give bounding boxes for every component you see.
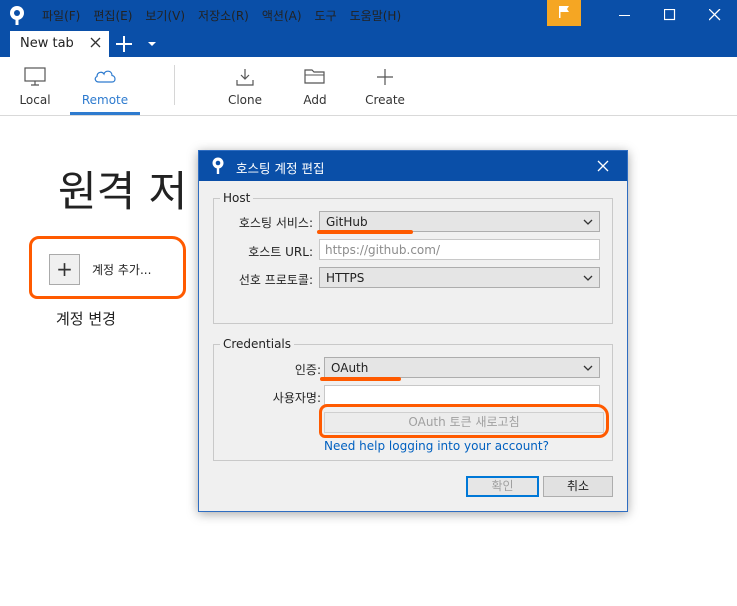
host-url-label: 호스트 URL: <box>248 245 313 259</box>
flag-icon <box>559 6 569 18</box>
tab-dropdown-icon[interactable] <box>145 36 159 50</box>
tab-close-icon[interactable] <box>90 36 102 50</box>
maximize-button[interactable] <box>647 0 691 31</box>
hosting-service-label: 호스팅 서비스: <box>238 216 313 230</box>
sourcetree-logo-icon <box>212 157 224 174</box>
active-tab-underline <box>70 112 140 115</box>
menu-tools[interactable]: 도구 <box>315 7 337 24</box>
close-window-button[interactable] <box>692 0 736 31</box>
protocol-select[interactable]: HTTPS <box>319 267 600 288</box>
hosting-service-select[interactable]: GitHub <box>319 211 600 232</box>
host-group-label: Host <box>220 191 254 205</box>
cancel-button[interactable]: 취소 <box>543 476 613 497</box>
annotation-scribble <box>319 404 609 438</box>
username-label: 사용자명: <box>272 391 321 405</box>
local-label: Local <box>19 93 51 107</box>
edit-hosting-account-dialog: 호스팅 계정 편집 Host 호스팅 서비스: GitHub 호스트 URL: … <box>198 150 628 512</box>
host-url-field[interactable]: https://github.com/ <box>319 239 600 260</box>
chevron-down-icon <box>583 219 593 225</box>
chevron-down-icon <box>583 275 593 281</box>
menu-actions[interactable]: 액션(A) <box>262 7 302 24</box>
minimize-button[interactable] <box>602 0 646 31</box>
maximize-icon <box>664 9 676 21</box>
change-account-heading: 계정 변경 <box>56 310 116 328</box>
annotation-underline <box>317 230 413 234</box>
menu-bar: 파일(F) 편집(E) 보기(V) 저장소(R) 액션(A) 도구 도움말(H) <box>42 0 414 31</box>
monitor-icon <box>24 67 46 86</box>
auth-select[interactable]: OAuth <box>324 357 600 378</box>
host-url-placeholder: https://github.com/ <box>325 243 440 257</box>
dialog-title-bar: 호스팅 계정 편집 <box>199 151 627 181</box>
help-login-link[interactable]: Need help logging into your account? <box>324 439 549 453</box>
auth-value: OAuth <box>331 361 369 375</box>
menu-repository[interactable]: 저장소(R) <box>198 7 249 24</box>
create-button[interactable]: Create <box>360 64 410 114</box>
tab-new-tab[interactable]: New tab <box>10 31 109 57</box>
add-tab-icon[interactable] <box>113 33 135 55</box>
clone-button[interactable]: Clone <box>220 64 270 114</box>
menu-edit[interactable]: 편집(E) <box>93 7 132 24</box>
page-title: 원격 저 <box>58 167 188 216</box>
hosting-service-value: GitHub <box>326 215 368 229</box>
cloud-icon <box>94 70 116 83</box>
plus-icon <box>377 69 393 85</box>
add-label: Add <box>303 93 327 107</box>
menu-file[interactable]: 파일(F) <box>42 7 80 24</box>
tab-label: New tab <box>20 36 74 51</box>
menu-help[interactable]: 도움말(H) <box>350 7 402 24</box>
ok-button[interactable]: 확인 <box>466 476 539 497</box>
sourcetree-logo-icon <box>10 6 24 25</box>
folder-icon <box>304 69 325 84</box>
local-button[interactable]: Local <box>10 64 60 114</box>
close-icon[interactable] <box>597 160 609 172</box>
clone-label: Clone <box>227 93 263 107</box>
menu-view[interactable]: 보기(V) <box>145 7 185 24</box>
protocol-label: 선호 프로토콜: <box>238 273 313 287</box>
username-field[interactable] <box>324 385 600 406</box>
toolbar-separator <box>174 65 175 105</box>
tab-strip <box>0 31 737 57</box>
chevron-down-icon <box>583 365 593 371</box>
auth-label: 인증: <box>294 363 321 377</box>
download-icon <box>236 69 254 86</box>
create-label: Create <box>365 93 405 107</box>
annotation-underline <box>320 377 401 381</box>
add-button[interactable]: Add <box>290 64 340 114</box>
protocol-value: HTTPS <box>326 271 365 285</box>
minimize-icon <box>619 15 630 16</box>
remote-button[interactable]: Remote <box>70 64 140 114</box>
flag-button[interactable] <box>547 0 581 26</box>
annotation-scribble <box>29 236 186 299</box>
close-icon <box>709 9 721 21</box>
credentials-group-label: Credentials <box>220 337 295 351</box>
dialog-title: 호스팅 계정 편집 <box>236 161 325 176</box>
remote-label: Remote <box>81 93 129 107</box>
